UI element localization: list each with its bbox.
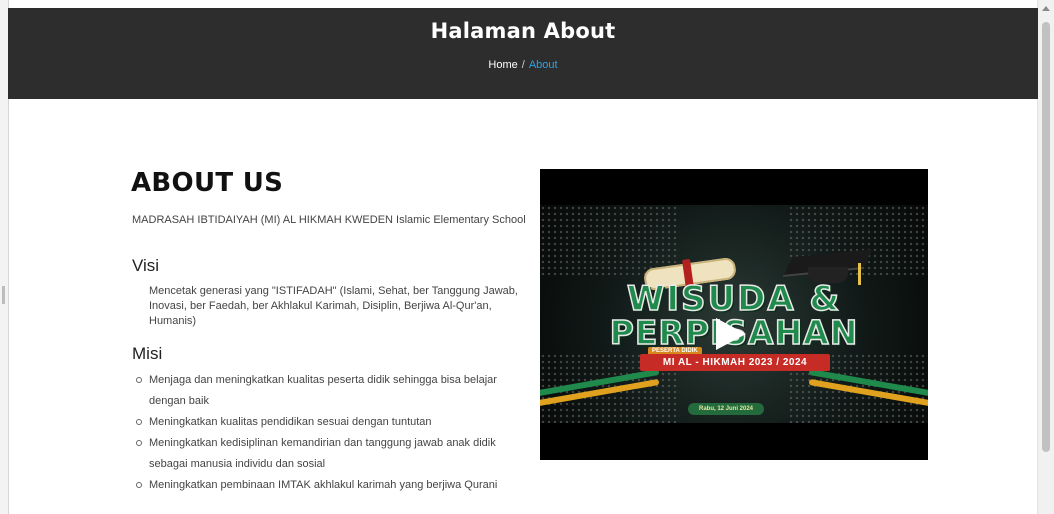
- circle-bullet-icon: [136, 377, 142, 383]
- thumbnail-date: Rabu, 12 Juni 2024: [688, 403, 764, 415]
- misi-item-text: Meningkatkan pembinaan IMTAK akhlakul ka…: [149, 479, 498, 491]
- misi-item: Meningkatkan pembinaan IMTAK akhlakul ka…: [136, 475, 521, 496]
- page-header-banner: Halaman About Home / About: [8, 8, 1038, 99]
- video-player[interactable]: WISUDA & PERPISAHAN PESERTA DIDIK MI AL …: [540, 169, 928, 460]
- misi-item: Menjaga dan meningkatkan kualitas pesert…: [136, 370, 521, 412]
- circle-bullet-icon: [136, 482, 142, 488]
- breadcrumb-separator: /: [521, 59, 525, 71]
- school-description: MADRASAH IBTIDAIYAH (MI) AL HIKMAH KWEDE…: [132, 214, 526, 226]
- breadcrumb-current: About: [528, 59, 558, 71]
- misi-item-text: Meningkatkan kedisiplinan kemandirian da…: [149, 437, 496, 470]
- misi-title: Misi: [132, 344, 163, 363]
- misi-item-text: Meningkatkan kualitas pendidikan sesuai …: [149, 416, 432, 428]
- circle-bullet-icon: [136, 419, 142, 425]
- misi-item: Meningkatkan kedisiplinan kemandirian da…: [136, 433, 521, 475]
- misi-list: Menjaga dan meningkatkan kualitas pesert…: [136, 370, 521, 496]
- page-title: Halaman About: [430, 19, 616, 43]
- misi-item-text: Menjaga dan meningkatkan kualitas pesert…: [149, 374, 497, 407]
- visi-text: Mencetak generasi yang "ISTIFADAH" (Isla…: [149, 285, 518, 327]
- page: Halaman About Home / About ABOUT US MADRAS…: [0, 0, 1054, 514]
- play-icon[interactable]: [716, 318, 746, 350]
- visi-title: Visi: [132, 256, 160, 275]
- circle-bullet-icon: [136, 440, 142, 446]
- breadcrumb: Home / About: [8, 59, 1038, 71]
- breadcrumb-home-link[interactable]: Home: [488, 59, 517, 71]
- vertical-scrollbar[interactable]: [1037, 0, 1054, 514]
- about-heading: ABOUT US: [131, 168, 284, 198]
- video-thumbnail: WISUDA & PERPISAHAN PESERTA DIDIK MI AL …: [540, 205, 928, 423]
- misi-item: Meningkatkan kualitas pendidikan sesuai …: [136, 412, 521, 433]
- halftone-dots-decoration: [540, 205, 680, 275]
- scrollbar-thumb[interactable]: [1042, 22, 1050, 452]
- edge-notch: [2, 286, 5, 304]
- play-button[interactable]: [700, 303, 764, 365]
- scroll-up-arrow-icon[interactable]: [1042, 6, 1050, 11]
